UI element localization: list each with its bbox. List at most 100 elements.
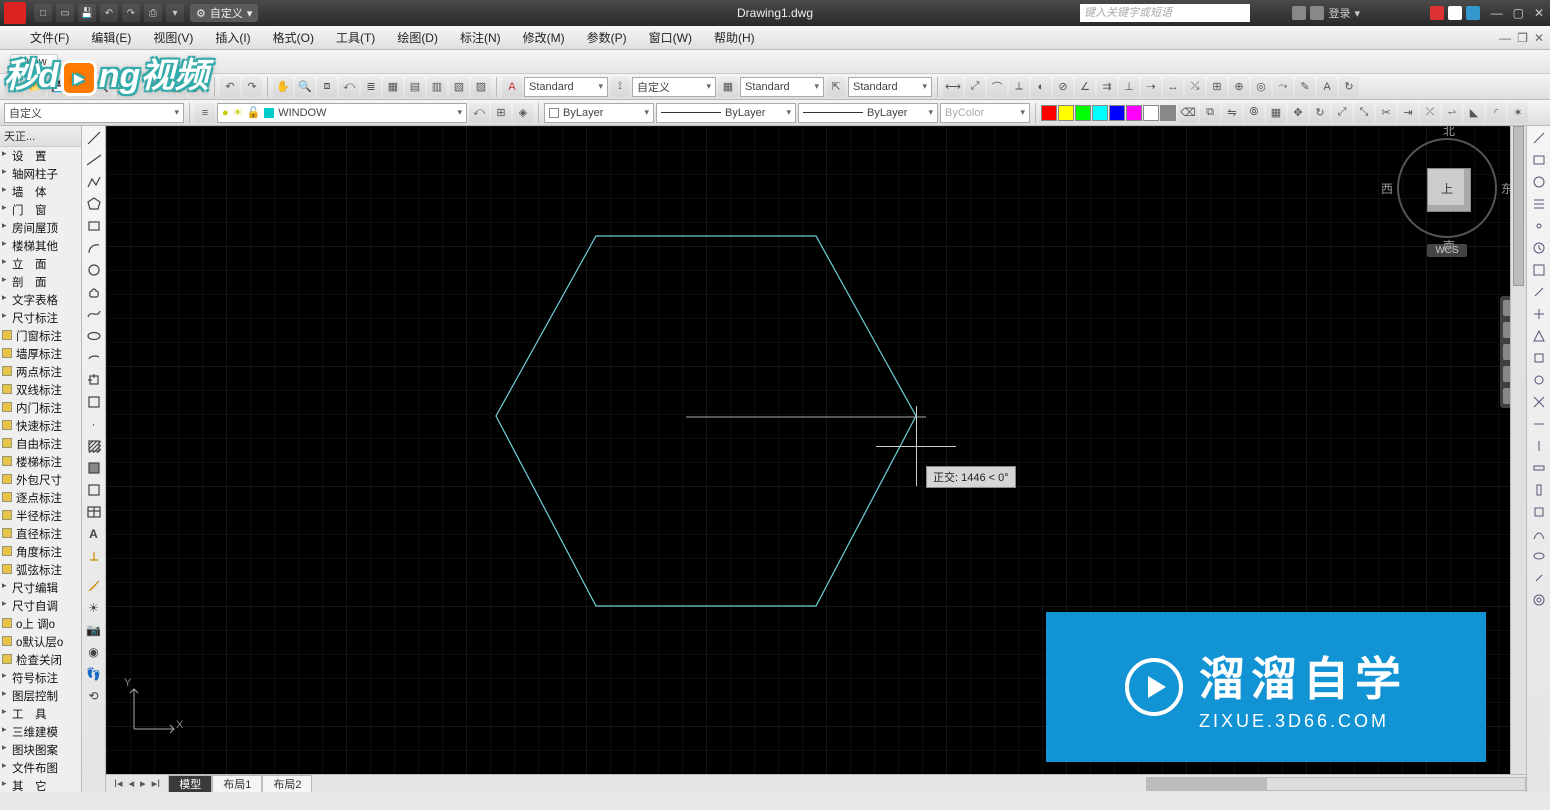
sidebar-item[interactable]: 半径标注	[0, 507, 81, 525]
revcloud-icon[interactable]	[84, 282, 104, 302]
exchange-app-icon[interactable]	[1448, 6, 1462, 20]
help-search-input[interactable]: 键入关键字或短语	[1080, 4, 1250, 22]
doc-restore-button[interactable]: ❐	[1517, 31, 1528, 45]
block-icon[interactable]	[84, 392, 104, 412]
sidebar-item[interactable]: 尺寸自调	[0, 597, 81, 615]
menu-insert[interactable]: 插入(I)	[215, 29, 250, 46]
polygon-icon[interactable]	[84, 194, 104, 214]
sidebar-item[interactable]: 尺寸标注	[0, 309, 81, 327]
tool11-icon[interactable]	[1529, 524, 1549, 544]
dim-linear-icon[interactable]: ⟷	[943, 77, 963, 97]
hatch-icon[interactable]	[84, 436, 104, 456]
area-icon[interactable]	[1529, 150, 1549, 170]
distance-icon[interactable]	[1529, 128, 1549, 148]
sidebar-item[interactable]: 符号标注	[0, 669, 81, 687]
lineweight-combo[interactable]: ByLayer▾	[798, 103, 938, 123]
sidebar-item[interactable]: 逐点标注	[0, 489, 81, 507]
viewcube-ring[interactable]: 北 南 东 西 上	[1397, 138, 1497, 238]
drawing-canvas[interactable]: 正交: 1446 < 0° Y X 北 南 东 西 上 WCS	[106, 126, 1526, 792]
dim-arc-icon[interactable]: ⌒	[987, 77, 1007, 97]
setvar-icon[interactable]	[1529, 282, 1549, 302]
tool12-icon[interactable]	[1529, 546, 1549, 566]
sidebar-item[interactable]: 角度标注	[0, 543, 81, 561]
tool8-icon[interactable]	[1529, 458, 1549, 478]
layer-filter-combo[interactable]: 自定义▾	[4, 103, 184, 123]
render-icon[interactable]: ◉	[84, 642, 104, 662]
extend-icon[interactable]: ⇥	[1398, 103, 1418, 123]
move-icon[interactable]: ✥	[1288, 103, 1308, 123]
textstyle-icon[interactable]: A	[502, 77, 522, 97]
tablestyle-icon[interactable]: ▦	[718, 77, 738, 97]
sidebar-item[interactable]: 检查关闭	[0, 651, 81, 669]
layer-manager-icon[interactable]: ≡	[195, 103, 215, 123]
array-icon[interactable]: ▦	[1266, 103, 1286, 123]
rotate-icon[interactable]: ↻	[1310, 103, 1330, 123]
pline-icon[interactable]	[84, 172, 104, 192]
sidebar-item[interactable]: 图层控制	[0, 687, 81, 705]
login-area[interactable]: 登录 ▾	[1292, 5, 1360, 21]
menu-modify[interactable]: 修改(M)	[523, 29, 565, 46]
close-button[interactable]: ✕	[1534, 6, 1544, 20]
sidebar-item[interactable]: 楼梯标注	[0, 453, 81, 471]
viewcube-w[interactable]: 西	[1381, 180, 1393, 197]
scale-icon[interactable]: ⤢	[1332, 103, 1352, 123]
sidebar-item[interactable]: 自由标注	[0, 435, 81, 453]
plotstyle-combo[interactable]: ByColor▾	[940, 103, 1030, 123]
sidebar-item[interactable]: 房间屋顶	[0, 219, 81, 237]
menu-window[interactable]: 窗口(W)	[649, 29, 692, 46]
dim-ord-icon[interactable]: ⟂	[1009, 77, 1029, 97]
sidebar-item[interactable]: 内门标注	[0, 399, 81, 417]
exchange-help-icon[interactable]	[1466, 6, 1480, 20]
sidebar-item[interactable]: 快速标注	[0, 417, 81, 435]
circle-icon[interactable]	[84, 260, 104, 280]
mirror-icon[interactable]: ⇋	[1222, 103, 1242, 123]
layout-tab-model[interactable]: 模型	[168, 775, 212, 792]
layer-combo[interactable]: ● ☀ 🔓 WINDOW ▾	[217, 103, 467, 123]
tool9-icon[interactable]	[1529, 480, 1549, 500]
color-gray[interactable]	[1160, 105, 1176, 121]
color-blue[interactable]	[1109, 105, 1125, 121]
layout-tab-2[interactable]: 布局2	[262, 775, 312, 792]
layer-state-icon[interactable]: ⊞	[491, 103, 511, 123]
zoom-prev-icon[interactable]: ⤺	[339, 77, 359, 97]
table-icon[interactable]	[84, 502, 104, 522]
dim-tol-icon[interactable]: ⊞	[1207, 77, 1227, 97]
insert-icon[interactable]	[84, 370, 104, 390]
offset-icon[interactable]: ⦾	[1244, 103, 1264, 123]
dim-tedit-icon[interactable]: A	[1317, 77, 1337, 97]
spline-icon[interactable]	[84, 304, 104, 324]
dim-edit-icon[interactable]: ✎	[1295, 77, 1315, 97]
qat-redo-icon[interactable]: ↷	[122, 4, 140, 22]
trim-icon[interactable]: ✂	[1376, 103, 1396, 123]
horizontal-scrollbar[interactable]	[1146, 777, 1526, 791]
redo-icon[interactable]: ↷	[242, 77, 262, 97]
qat-open-icon[interactable]: ▭	[56, 4, 74, 22]
xline-icon[interactable]	[84, 150, 104, 170]
dim-inspect-icon[interactable]: ◎	[1251, 77, 1271, 97]
erase-icon[interactable]: ⌫	[1178, 103, 1198, 123]
menu-draw[interactable]: 绘图(D)	[397, 29, 438, 46]
dim-angular-icon[interactable]: ∠	[1075, 77, 1095, 97]
calc-icon[interactable]: ▨	[471, 77, 491, 97]
pan-icon[interactable]: ✋	[273, 77, 293, 97]
doc-minimize-button[interactable]: —	[1499, 31, 1511, 45]
layer-prev-icon[interactable]: ⤺	[469, 103, 489, 123]
tool5-icon[interactable]	[1529, 392, 1549, 412]
properties-icon[interactable]: ≣	[361, 77, 381, 97]
maximize-button[interactable]: ▢	[1513, 6, 1524, 20]
tool7-icon[interactable]	[1529, 436, 1549, 456]
zoom-icon[interactable]: 🔍	[295, 77, 315, 97]
copy-obj-icon[interactable]: ⧉	[1200, 103, 1220, 123]
explode-icon[interactable]: ✶	[1508, 103, 1528, 123]
tool4-icon[interactable]	[1529, 370, 1549, 390]
region-mass-icon[interactable]	[1529, 172, 1549, 192]
fillet-icon[interactable]: ◜	[1486, 103, 1506, 123]
doc-close-button[interactable]: ✕	[1534, 31, 1544, 45]
sidebar-item[interactable]: 文件布图	[0, 759, 81, 777]
app-icon[interactable]	[4, 2, 26, 24]
dim-radius-icon[interactable]: ◐	[1031, 77, 1051, 97]
viewcube-top[interactable]: 上	[1441, 180, 1453, 197]
color-red[interactable]	[1041, 105, 1057, 121]
sidebar-item[interactable]: 图块图案	[0, 741, 81, 759]
sidebar-item[interactable]: 双线标注	[0, 381, 81, 399]
